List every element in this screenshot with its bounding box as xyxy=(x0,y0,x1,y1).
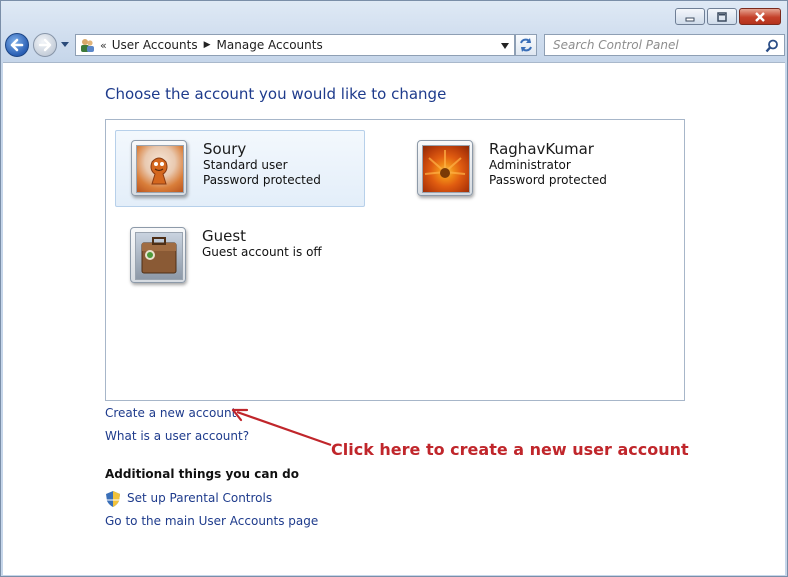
minimize-icon xyxy=(685,17,695,21)
window: « User Accounts ▶ Manage Accounts Search… xyxy=(0,0,788,577)
account-tile-raghavkumar[interactable]: RaghavKumar Administrator Password prote… xyxy=(417,140,677,202)
account-type: Administrator xyxy=(489,158,571,172)
page-title: Choose the account you would like to cha… xyxy=(105,85,447,103)
address-dropdown-icon[interactable] xyxy=(500,42,510,50)
parental-controls-link[interactable]: Set up Parental Controls xyxy=(127,491,272,505)
search-placeholder: Search Control Panel xyxy=(553,38,679,52)
breadcrumb-overflow[interactable]: « xyxy=(100,39,107,52)
flower-avatar-icon xyxy=(424,150,466,178)
refresh-button[interactable] xyxy=(515,34,537,56)
annotation-text: Click here to create a new user account xyxy=(331,440,689,459)
close-button[interactable] xyxy=(739,8,781,25)
navigation-bar: « User Accounts ▶ Manage Accounts Search… xyxy=(3,31,785,61)
back-arrow-icon xyxy=(10,38,24,52)
minimize-button[interactable] xyxy=(675,8,705,25)
account-type: Guest account is off xyxy=(202,245,322,259)
main-user-accounts-link[interactable]: Go to the main User Accounts page xyxy=(105,514,318,528)
back-button[interactable] xyxy=(5,33,29,57)
forward-button[interactable] xyxy=(33,33,57,57)
address-bar[interactable]: « User Accounts ▶ Manage Accounts xyxy=(75,34,515,56)
annotation-arrow xyxy=(231,408,332,447)
content-area: Choose the account you would like to cha… xyxy=(3,62,785,575)
account-status: Password protected xyxy=(489,173,607,187)
additional-heading: Additional things you can do xyxy=(105,467,300,481)
account-tile-soury[interactable]: Soury Standard user Password protected xyxy=(115,130,365,207)
breadcrumb-user-accounts[interactable]: User Accounts xyxy=(112,38,198,52)
caption-buttons xyxy=(673,8,781,25)
accounts-panel: Soury Standard user Password protected R… xyxy=(105,119,685,401)
avatar xyxy=(417,140,473,196)
briefcase-avatar-icon xyxy=(141,237,177,274)
account-info: Guest Guest account is off xyxy=(202,227,322,289)
refresh-icon xyxy=(520,38,532,52)
search-icon[interactable] xyxy=(765,39,779,53)
maximize-icon xyxy=(717,11,727,22)
maximize-button[interactable] xyxy=(707,8,737,25)
search-input[interactable]: Search Control Panel xyxy=(544,34,785,56)
create-account-link[interactable]: Create a new account xyxy=(105,406,236,420)
close-icon xyxy=(755,11,765,22)
account-info: Soury Standard user Password protected xyxy=(203,140,321,206)
chess-piece-avatar-icon xyxy=(150,157,168,185)
recent-pages-chevron-icon[interactable] xyxy=(60,39,70,49)
avatar xyxy=(131,140,187,196)
forward-arrow-icon xyxy=(38,38,52,52)
account-type: Standard user xyxy=(203,158,288,172)
account-name: Guest xyxy=(202,227,247,245)
account-status: Password protected xyxy=(203,173,321,187)
breadcrumb-arrow-icon[interactable]: ▶ xyxy=(204,40,211,50)
account-info: RaghavKumar Administrator Password prote… xyxy=(489,140,607,202)
account-tile-guest[interactable]: Guest Guest account is off xyxy=(130,227,380,289)
account-name: Soury xyxy=(203,140,247,158)
user-accounts-icon xyxy=(81,39,94,52)
account-name: RaghavKumar xyxy=(489,140,594,158)
avatar xyxy=(130,227,186,283)
shield-icon xyxy=(106,491,120,507)
breadcrumb-manage-accounts[interactable]: Manage Accounts xyxy=(217,38,323,52)
